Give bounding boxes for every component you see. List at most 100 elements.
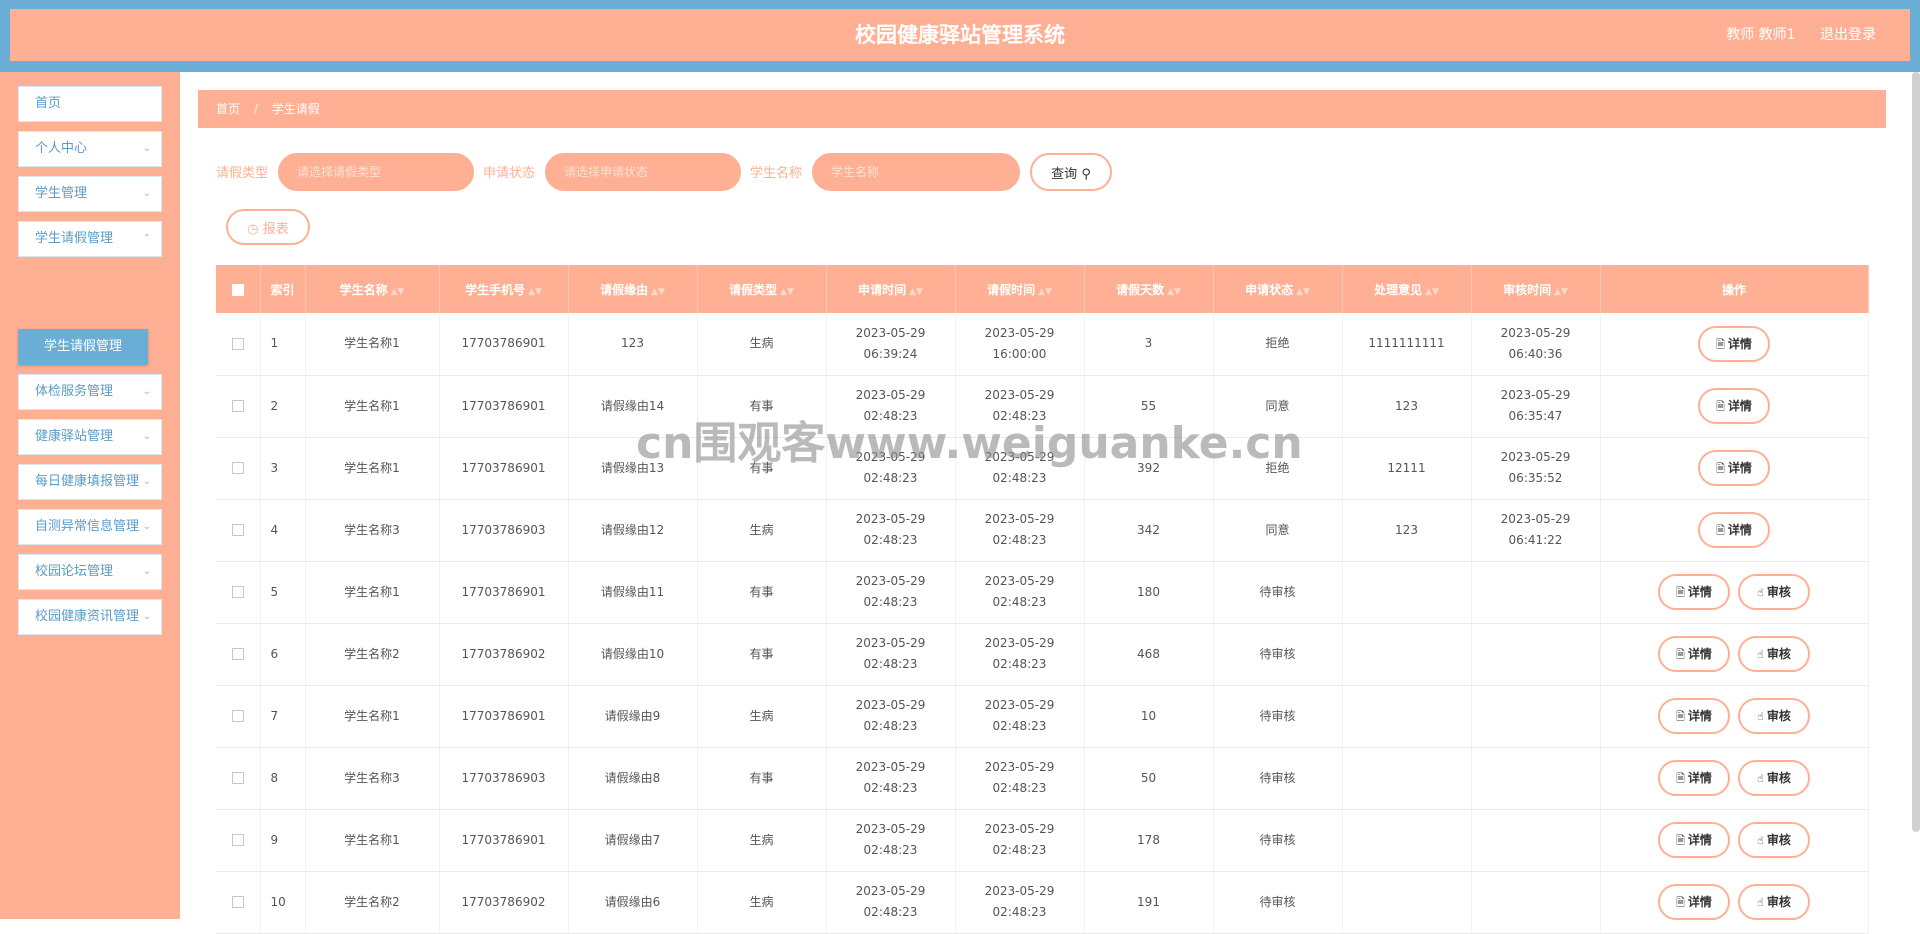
student-name-label: 学生名称 [750, 166, 803, 181]
query-button[interactable]: 查询 ⚲ [1030, 153, 1112, 191]
table-row: 4 学生名称3 17703786903 请假缘由12 生病 2023-05-29 02:4… [216, 499, 1869, 562]
select-all-checkbox[interactable] [231, 283, 244, 296]
cell-type: 有事 [697, 561, 827, 624]
review-button[interactable]: ☝ 审核 [1738, 698, 1810, 734]
review-button[interactable]: ☝ 审核 [1738, 760, 1810, 796]
sidebar-item-forum[interactable]: 校园论坛管理 ⌄ [18, 554, 162, 590]
sidebar-item-profile[interactable]: 个人中心 ⌄ [18, 131, 162, 167]
sidebar-item-leave[interactable]: 学生请假管理 ⌃ [18, 221, 162, 257]
cell-index: 3 [260, 437, 306, 500]
cell-review-time [1471, 747, 1601, 810]
sidebar-item-self-test[interactable]: 自测异常信息管理 ⌄ [18, 509, 162, 545]
cell-name: 学生名称1 [305, 437, 440, 500]
cell-status: 待审核 [1213, 623, 1343, 686]
cell-reason: 请假缘由11 [568, 561, 698, 624]
sidebar-item-home[interactable]: 首页 [18, 86, 162, 122]
column-header-reason[interactable]: 请假缘由 ▲▼ [568, 265, 698, 313]
document-icon: 🗎 [1676, 586, 1685, 599]
document-icon: 🗎 [1716, 337, 1725, 351]
chevron-up-icon: ⌃ [142, 233, 151, 244]
column-header-opinion[interactable]: 处理意见 ▲▼ [1342, 265, 1472, 313]
column-header-phone[interactable]: 学生手机号 ▲▼ [439, 265, 569, 313]
cell-type: 有事 [697, 747, 827, 810]
query-button-label: 查询 [1051, 166, 1078, 182]
chevron-down-icon: ⌄ [142, 143, 151, 154]
cell-leave-time: 2023-05-29 16:00:00 [955, 313, 1085, 376]
cell-actions: 🗎 详情 ☝ 审核 [1600, 561, 1869, 624]
review-button-label: 审核 [1766, 833, 1791, 847]
document-icon: 🗎 [1676, 648, 1685, 661]
scrollbar[interactable] [1912, 72, 1920, 832]
detail-button[interactable]: 🗎 详情 [1698, 512, 1770, 548]
column-header-apply-time[interactable]: 申请时间 ▲▼ [826, 265, 956, 313]
select-all-header [216, 265, 261, 313]
chevron-down-icon: ⌄ [142, 611, 151, 622]
cell-type: 生病 [697, 871, 827, 934]
status-select[interactable] [545, 153, 741, 191]
row-checkbox[interactable] [231, 648, 244, 660]
row-checkbox[interactable] [231, 337, 244, 350]
sidebar-item-station[interactable]: 健康驿站管理 ⌄ [18, 419, 162, 455]
detail-button[interactable]: 🗎 详情 [1698, 325, 1770, 362]
row-checkbox[interactable] [231, 710, 244, 722]
leave-type-select[interactable] [278, 153, 474, 191]
row-checkbox[interactable] [231, 772, 244, 784]
sidebar-item-news[interactable]: 校园健康资讯管理 ⌄ [18, 599, 162, 635]
detail-button[interactable]: 🗎 详情 [1698, 450, 1770, 486]
report-button[interactable]: ◷ 报表 [226, 209, 310, 245]
cell-type: 有事 [697, 623, 827, 686]
detail-button[interactable]: 🗎 详情 [1658, 698, 1730, 734]
student-name-input[interactable] [812, 153, 1020, 191]
row-select-cell [216, 623, 261, 686]
cell-days: 178 [1084, 809, 1214, 872]
column-header-review-time[interactable]: 审核时间 ▲▼ [1471, 265, 1601, 313]
detail-button[interactable]: 🗎 详情 [1658, 884, 1730, 920]
leave-type-label: 请假类型 [216, 166, 269, 181]
column-header-type[interactable]: 请假类型 ▲▼ [697, 265, 827, 313]
cell-actions: 🗎 详情 [1600, 375, 1869, 438]
column-header-name[interactable]: 学生名称 ▲▼ [305, 265, 440, 313]
row-checkbox[interactable] [231, 896, 244, 908]
row-checkbox[interactable] [231, 586, 244, 598]
row-checkbox[interactable] [231, 524, 244, 536]
sidebar-subitem-leave[interactable]: 学生请假管理 [18, 329, 148, 365]
sidebar-item-daily-report[interactable]: 每日健康填报管理 ⌄ [18, 464, 162, 500]
detail-button[interactable]: 🗎 详情 [1698, 388, 1770, 424]
document-icon: 🗎 [1716, 462, 1725, 475]
detail-button[interactable]: 🗎 详情 [1658, 574, 1730, 610]
chevron-down-icon: ⌄ [142, 431, 151, 442]
cell-apply-time: 2023-05-29 02:48:23 [826, 499, 956, 562]
detail-button[interactable]: 🗎 详情 [1658, 822, 1730, 858]
logout-link[interactable]: 退出登录 [1820, 27, 1876, 43]
cell-type: 生病 [697, 313, 827, 376]
cell-reason: 请假缘由9 [568, 685, 698, 748]
cell-opinion [1342, 809, 1472, 872]
cell-type: 有事 [697, 437, 827, 500]
row-checkbox[interactable] [231, 462, 244, 474]
sidebar-item-label: 首页 [35, 96, 62, 111]
review-button[interactable]: ☝ 审核 [1738, 822, 1810, 858]
row-checkbox[interactable] [231, 834, 244, 846]
row-checkbox[interactable] [231, 400, 244, 412]
cell-opinion: 12111 [1342, 437, 1472, 500]
review-button[interactable]: ☝ 审核 [1738, 636, 1810, 672]
detail-button[interactable]: 🗎 详情 [1658, 636, 1730, 672]
column-header-days[interactable]: 请假天数 ▲▼ [1084, 265, 1214, 313]
breadcrumb-home[interactable]: 首页 [216, 102, 240, 116]
hand-pointer-icon: ☝ [1757, 896, 1764, 909]
chevron-down-icon: ⌄ [142, 386, 151, 397]
column-header-status[interactable]: 申请状态 ▲▼ [1213, 265, 1343, 313]
row-select-cell [216, 499, 261, 562]
cell-status: 拒绝 [1213, 313, 1343, 376]
sidebar-item-students[interactable]: 学生管理 ⌄ [18, 176, 162, 212]
cell-index: 9 [260, 809, 306, 872]
sidebar-item-label: 校园健康资讯管理 [35, 609, 140, 624]
review-button[interactable]: ☝ 审核 [1738, 884, 1810, 920]
detail-button[interactable]: 🗎 详情 [1658, 760, 1730, 796]
table-row: 5 学生名称1 17703786901 请假缘由11 有事 2023-05-29 02:4… [216, 561, 1869, 624]
review-button[interactable]: ☝ 审核 [1738, 574, 1810, 610]
column-header-leave-time[interactable]: 请假时间 ▲▼ [955, 265, 1085, 313]
sidebar-item-checkup[interactable]: 体检服务管理 ⌄ [18, 374, 162, 410]
detail-button-label: 详情 [1687, 833, 1712, 847]
cell-days: 342 [1084, 499, 1214, 562]
